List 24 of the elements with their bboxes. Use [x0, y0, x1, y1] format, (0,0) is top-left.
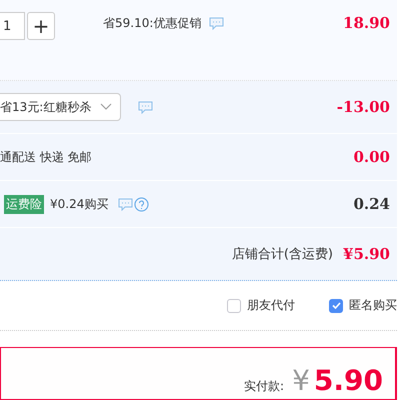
shipping-fee: 0.00: [353, 148, 390, 166]
help-icon[interactable]: [134, 196, 150, 212]
option-checkbox[interactable]: 匿名购买: [329, 297, 397, 314]
chat-icon[interactable]: [118, 198, 134, 210]
quantity-field[interactable]: 1: [0, 12, 25, 40]
subtotal-label: 店铺合计(含运费): [232, 246, 334, 263]
option-checkbox[interactable]: 朋友代付: [227, 297, 295, 314]
increase-button[interactable]: +: [27, 12, 55, 40]
chat-icon[interactable]: [209, 17, 224, 30]
chevron-down-icon: [100, 103, 112, 111]
shipping-method: 通配送 快递 免邮: [0, 148, 92, 166]
checkmark-icon: [332, 302, 340, 309]
discount-select[interactable]: 省13元:红糖秒杀: [0, 93, 121, 121]
subtotal-amount: ¥5.90: [343, 245, 390, 263]
insurance-badge: 运费险: [4, 194, 44, 214]
insurance-fee: 0.24: [353, 195, 390, 213]
insurance-text: ¥0.24购买: [50, 196, 108, 212]
chat-icon[interactable]: [138, 100, 153, 114]
currency-symbol: ¥: [292, 364, 310, 397]
discount-amount: -13.00: [336, 98, 390, 116]
total-label: 实付款:: [244, 378, 284, 395]
promotion-text: 省59.10:优惠促销: [103, 15, 202, 32]
total-amount: 5.90: [314, 364, 383, 397]
item-price: 18.90: [343, 14, 390, 32]
